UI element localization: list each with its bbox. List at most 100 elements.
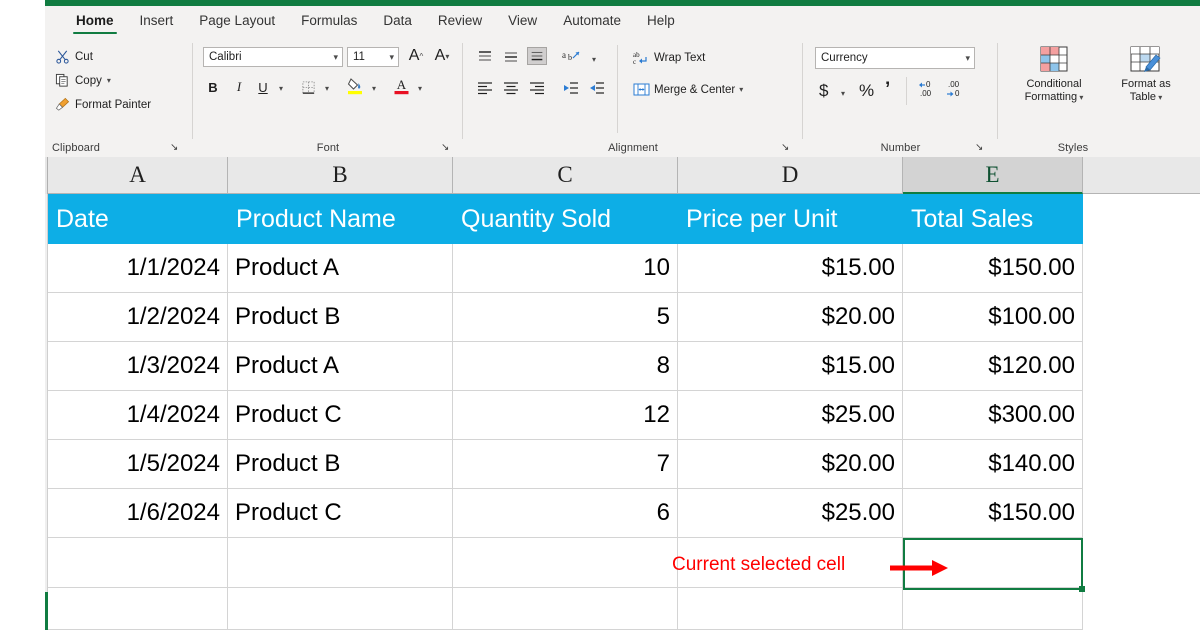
cell-e7[interactable]: $150.00	[903, 489, 1083, 538]
cell-b8[interactable]	[228, 538, 453, 588]
cell-e5[interactable]: $300.00	[903, 391, 1083, 440]
cell-d4[interactable]: $15.00	[678, 342, 903, 391]
fill-color-button[interactable]	[345, 75, 365, 95]
cut-button[interactable]: Cut	[55, 49, 93, 64]
cell-d5[interactable]: $25.00	[678, 391, 903, 440]
tab-view[interactable]: View	[495, 10, 550, 34]
font-name-combo[interactable]: Calibri ▾	[203, 47, 343, 67]
comma-format-button[interactable]: ’	[885, 79, 890, 101]
cell-a7[interactable]: 1/6/2024	[48, 489, 228, 538]
font-color-button[interactable]: A	[391, 75, 411, 95]
fill-handle[interactable]	[1079, 586, 1085, 592]
cell-b2[interactable]: Product A	[228, 244, 453, 293]
wrap-text-button[interactable]: ab c Wrap Text	[633, 50, 705, 66]
cell-e1[interactable]: Total Sales	[903, 194, 1083, 244]
tab-page-layout[interactable]: Page Layout	[186, 10, 288, 34]
font-color-options-button[interactable]: ▾	[414, 78, 426, 98]
accounting-options-button[interactable]: ▾	[837, 83, 849, 103]
font-size-combo[interactable]: 11 ▾	[347, 47, 399, 67]
cell-a3[interactable]: 1/2/2024	[48, 293, 228, 342]
column-header-a[interactable]: A	[48, 157, 228, 194]
cell-d9[interactable]	[678, 588, 903, 630]
bold-button[interactable]: B	[205, 77, 221, 97]
middle-align-button[interactable]	[501, 48, 521, 66]
top-align-button[interactable]	[475, 48, 495, 66]
cell-d2[interactable]: $15.00	[678, 244, 903, 293]
cell-b1[interactable]: Product Name	[228, 194, 453, 244]
cell-c5[interactable]: 12	[453, 391, 678, 440]
copy-button[interactable]: Copy ▾	[55, 73, 111, 88]
column-header-d[interactable]: D	[678, 157, 903, 194]
align-left-button[interactable]	[475, 79, 495, 97]
cell-e9[interactable]	[903, 588, 1083, 630]
tab-data[interactable]: Data	[370, 10, 425, 34]
chevron-down-icon[interactable]: ▾	[739, 85, 743, 94]
tab-formulas[interactable]: Formulas	[288, 10, 370, 34]
font-dialog-launcher[interactable]: ↘	[441, 142, 449, 153]
fill-color-options-button[interactable]: ▾	[368, 78, 380, 98]
decrease-font-size-button[interactable]: A ▾	[431, 46, 453, 66]
cell-c9[interactable]	[453, 588, 678, 630]
cell-e4[interactable]: $120.00	[903, 342, 1083, 391]
tab-review[interactable]: Review	[425, 10, 495, 34]
merge-center-button[interactable]: Merge & Center ▾	[633, 82, 743, 97]
format-as-table-button[interactable]: Format as Table ▾	[1104, 45, 1188, 104]
cell-c1[interactable]: Quantity Sold	[453, 194, 678, 244]
cell-c2[interactable]: 10	[453, 244, 678, 293]
alignment-dialog-launcher[interactable]: ↘	[781, 142, 789, 153]
cell-a9[interactable]	[48, 588, 228, 630]
cell-a4[interactable]: 1/3/2024	[48, 342, 228, 391]
cell-a2[interactable]: 1/1/2024	[48, 244, 228, 293]
number-format-combo[interactable]: Currency ▾	[815, 47, 975, 69]
tab-automate[interactable]: Automate	[550, 10, 634, 34]
italic-button[interactable]: I	[231, 77, 247, 97]
number-dialog-launcher[interactable]: ↘	[975, 142, 983, 153]
cell-b9[interactable]	[228, 588, 453, 630]
percent-format-button[interactable]: %	[859, 81, 874, 101]
cell-a5[interactable]: 1/4/2024	[48, 391, 228, 440]
chevron-down-icon[interactable]: ▾	[965, 53, 970, 64]
cell-b4[interactable]: Product A	[228, 342, 453, 391]
column-header-b[interactable]: B	[228, 157, 453, 194]
worksheet-grid[interactable]: A B C D E Date Product Name Quantity Sol…	[45, 157, 1200, 630]
tab-help[interactable]: Help	[634, 10, 688, 34]
cell-b7[interactable]: Product C	[228, 489, 453, 538]
cell-c3[interactable]: 5	[453, 293, 678, 342]
orientation-options-button[interactable]: ▾	[588, 49, 600, 69]
cell-e3[interactable]: $100.00	[903, 293, 1083, 342]
cell-d7[interactable]: $25.00	[678, 489, 903, 538]
chevron-down-icon[interactable]: ▾	[1156, 93, 1162, 102]
cell-a8[interactable]	[48, 538, 228, 588]
accounting-format-button[interactable]: $	[819, 81, 828, 101]
increase-decimal-button[interactable]: 0 .00	[917, 79, 939, 102]
column-header-f[interactable]	[1083, 157, 1200, 194]
align-right-button[interactable]	[527, 79, 547, 97]
orientation-button[interactable]: a b	[560, 48, 586, 66]
tab-home[interactable]: Home	[63, 10, 127, 34]
cell-e6[interactable]: $140.00	[903, 440, 1083, 489]
cell-d3[interactable]: $20.00	[678, 293, 903, 342]
cell-c4[interactable]: 8	[453, 342, 678, 391]
borders-button[interactable]	[298, 77, 318, 97]
underline-options-button[interactable]: ▾	[275, 78, 287, 98]
increase-indent-button[interactable]	[587, 79, 607, 97]
decrease-indent-button[interactable]	[561, 79, 581, 97]
increase-font-size-button[interactable]: A ^	[405, 46, 427, 66]
format-painter-button[interactable]: Format Painter	[55, 97, 151, 112]
conditional-formatting-button[interactable]: Conditional Formatting ▾	[1012, 45, 1096, 104]
tab-insert[interactable]: Insert	[127, 10, 187, 34]
cell-d1[interactable]: Price per Unit	[678, 194, 903, 244]
cell-e2[interactable]: $150.00	[903, 244, 1083, 293]
decrease-decimal-button[interactable]: .00 0	[945, 79, 967, 102]
cell-a1[interactable]: Date	[48, 194, 228, 244]
cell-c7[interactable]: 6	[453, 489, 678, 538]
bottom-align-button[interactable]	[527, 47, 547, 65]
chevron-down-icon[interactable]: ▾	[389, 52, 394, 63]
cell-b6[interactable]: Product B	[228, 440, 453, 489]
column-header-e[interactable]: E	[903, 157, 1083, 194]
clipboard-dialog-launcher[interactable]: ↘	[170, 142, 178, 153]
column-header-c[interactable]: C	[453, 157, 678, 194]
cell-b3[interactable]: Product B	[228, 293, 453, 342]
chevron-down-icon[interactable]: ▾	[107, 76, 111, 85]
cell-d6[interactable]: $20.00	[678, 440, 903, 489]
